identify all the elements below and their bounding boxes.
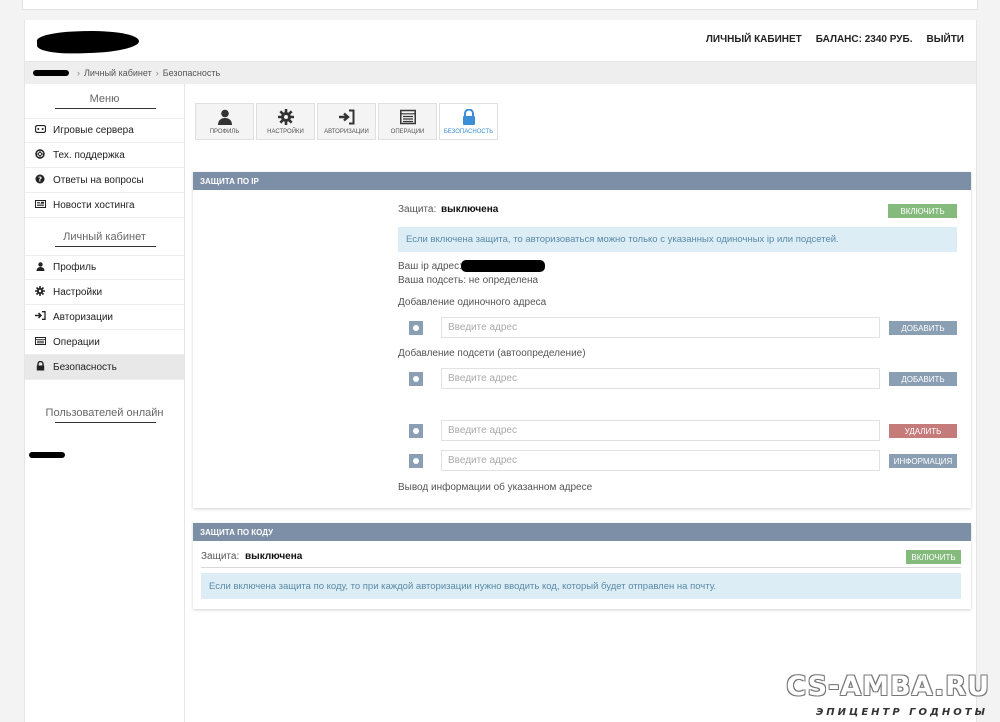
lock-icon	[33, 360, 47, 374]
your-subnet-label: Ваша подсеть: не определена	[398, 275, 539, 286]
sign-in-icon	[338, 109, 354, 125]
sidebar-item-label: Безопасность	[53, 361, 117, 373]
tab-label: ПРОФИЛЬ	[209, 129, 240, 135]
add-subnet-button[interactable]: ДОБАВИТЬ	[889, 372, 957, 386]
ip-protection-info: Если включена защита, то авторизоваться …	[398, 227, 957, 252]
tab-authorizations[interactable]: АВТОРИЗАЦИИ	[317, 103, 376, 140]
question-icon: ?	[33, 174, 47, 187]
globe-icon	[409, 372, 423, 386]
sidebar-item-faq[interactable]: ? Ответы на вопросы	[25, 168, 184, 193]
balance-label: БАЛАНС: 2340 РУБ.	[815, 34, 913, 45]
list-icon	[399, 109, 416, 125]
redacted-breadcrumb-home	[33, 70, 69, 76]
svg-text:?: ?	[38, 175, 42, 183]
breadcrumb-cabinet[interactable]: Личный кабинет	[84, 68, 152, 78]
panel-title: ЗАЩИТА ПО КОДУ	[193, 523, 971, 541]
lock-icon	[462, 109, 475, 125]
sidebar-item-label: Ответы на вопросы	[53, 174, 144, 186]
redacted-online-user	[29, 452, 65, 458]
tab-label: НАСТРОЙКИ	[267, 129, 304, 135]
enable-code-protection-button[interactable]: ВКЛЮЧИТЬ	[906, 550, 961, 564]
globe-icon	[409, 424, 423, 438]
sign-in-icon	[33, 311, 47, 323]
sidebar-item-game-servers[interactable]: Игровые сервера	[25, 118, 184, 143]
sidebar-item-label: Игровые сервера	[53, 125, 134, 136]
tab-security[interactable]: БЕЗОПАСНОСТЬ	[439, 103, 498, 140]
sidebar-item-authorizations[interactable]: Авторизации	[25, 305, 184, 330]
protection-label: Защита:	[201, 551, 240, 562]
tab-label: ОПЕРАЦИИ	[390, 129, 425, 135]
subnet-input[interactable]	[441, 368, 880, 389]
sidebar-item-label: Профиль	[53, 262, 97, 273]
tab-operations[interactable]: ОПЕРАЦИИ	[378, 103, 437, 140]
user-icon	[217, 109, 232, 125]
divider	[201, 567, 961, 568]
user-icon	[33, 261, 47, 274]
sidebar-item-label: Новости хостинга	[53, 199, 135, 211]
single-address-title: Добавление одиночного адреса	[398, 297, 547, 308]
protection-label: Защита:	[398, 204, 437, 215]
delete-address-button[interactable]: УДАЛИТЬ	[889, 424, 957, 438]
sidebar-item-news[interactable]: Новости хостинга	[25, 193, 184, 218]
tab-profile[interactable]: ПРОФИЛЬ	[195, 103, 254, 140]
add-single-address-button[interactable]: ДОБАВИТЬ	[889, 321, 957, 335]
online-users-title: Пользователей онлайн	[25, 398, 184, 424]
top-strip	[22, 0, 978, 10]
panel-title: ЗАЩИТА ПО IP	[193, 172, 971, 190]
tab-label: АВТОРИЗАЦИИ	[324, 129, 369, 135]
address-info-button[interactable]: ИНФОРМАЦИЯ	[889, 454, 957, 468]
sidebar-item-security[interactable]: Безопасность	[25, 355, 184, 380]
breadcrumb-security: Безопасность	[162, 68, 221, 78]
gear-icon	[33, 285, 47, 299]
gear-icon	[277, 109, 294, 125]
code-protection-info: Если включена защита по коду, то при каж…	[201, 573, 961, 599]
cabinet-title: Личный кабинет	[25, 222, 184, 248]
breadcrumb-separator: ›	[77, 68, 80, 78]
cabinet-link[interactable]: ЛИЧНЫЙ КАБИНЕТ	[706, 34, 802, 45]
header-nav: ЛИЧНЫЙ КАБИНЕТ БАЛАНС: 2340 РУБ. ВЫЙТИ	[706, 34, 964, 45]
redacted-ip-address	[461, 260, 545, 272]
watermark-tagline: ЭПИЦЕНТР ГОДНОТЫ	[815, 707, 988, 718]
gamepad-icon	[33, 124, 47, 136]
breadcrumb-separator: ›	[155, 68, 159, 78]
globe-icon	[409, 321, 423, 335]
single-address-input[interactable]	[441, 317, 880, 338]
newspaper-icon	[33, 199, 47, 211]
sidebar-item-label: Тех. поддержка	[53, 149, 125, 161]
delete-address-input[interactable]	[441, 420, 880, 441]
sidebar-item-label: Операции	[53, 336, 100, 348]
info-address-input[interactable]	[441, 450, 880, 471]
page-frame: ЛИЧНЫЙ КАБИНЕТ БАЛАНС: 2340 РУБ. ВЫЙТИ ›…	[24, 20, 977, 722]
list-icon	[33, 336, 47, 348]
sidebar: Меню Игровые сервера Тех. поддержка ? От…	[25, 84, 185, 722]
your-ip-label: Ваш ip адрес:	[398, 261, 462, 272]
logout-link[interactable]: ВЫЙТИ	[927, 34, 965, 45]
sidebar-item-profile[interactable]: Профиль	[25, 255, 184, 280]
sidebar-item-operations[interactable]: Операции	[25, 330, 184, 355]
site-header: ЛИЧНЫЙ КАБИНЕТ БАЛАНС: 2340 РУБ. ВЫЙТИ	[25, 20, 976, 62]
sidebar-item-label: Авторизации	[53, 311, 113, 323]
lifebuoy-icon	[33, 148, 47, 162]
globe-icon	[409, 454, 423, 468]
ip-protection-panel: ЗАЩИТА ПО IP Защита: выключена ВКЛЮЧИТЬ …	[193, 172, 971, 508]
protection-status: выключена	[245, 551, 303, 562]
tab-label: БЕЗОПАСНОСТЬ	[443, 129, 494, 135]
tab-bar: ПРОФИЛЬ НАСТРОЙКИ АВТОРИЗАЦИИ ОПЕРАЦИИ Б…	[195, 103, 498, 140]
watermark-logo-text: CS-AMBA.RU	[786, 671, 990, 702]
redacted-logo	[36, 29, 140, 55]
code-protection-panel: ЗАЩИТА ПО КОДУ Защита: выключена ВКЛЮЧИТ…	[193, 523, 971, 609]
sidebar-item-label: Настройки	[53, 286, 103, 298]
tab-settings[interactable]: НАСТРОЙКИ	[256, 103, 315, 140]
protection-status: выключена	[441, 204, 499, 215]
main-content: ПРОФИЛЬ НАСТРОЙКИ АВТОРИЗАЦИИ ОПЕРАЦИИ Б…	[193, 84, 971, 722]
breadcrumb: › Личный кабинет › Безопасность	[25, 62, 976, 84]
address-info-note: Вывод информации об указанном адресе	[398, 482, 593, 493]
menu-title: Меню	[25, 84, 184, 110]
subnet-title: Добавление подсети (автоопределение)	[398, 348, 586, 359]
sidebar-item-settings[interactable]: Настройки	[25, 280, 184, 305]
enable-ip-protection-button[interactable]: ВКЛЮЧИТЬ	[888, 204, 957, 218]
sidebar-item-support[interactable]: Тех. поддержка	[25, 143, 184, 168]
